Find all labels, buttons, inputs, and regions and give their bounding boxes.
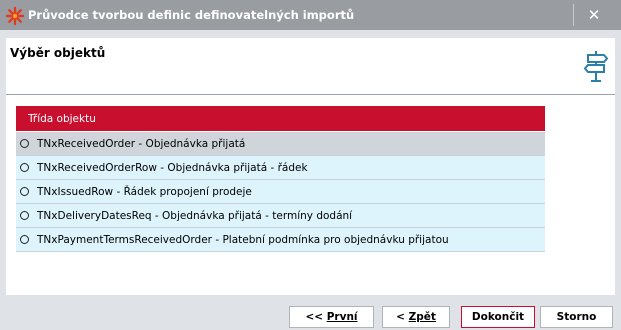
list-item[interactable]: TNxPaymentTermsReceivedOrder - Platební … — [16, 228, 545, 252]
back-button-label: Zpět — [408, 311, 436, 323]
list-item[interactable]: TNxIssuedRow - Řádek propojení prodeje — [16, 180, 545, 204]
radio-button[interactable] — [20, 187, 29, 196]
app-asterisk-icon — [5, 6, 25, 26]
cancel-button-label: Storno — [556, 311, 597, 323]
list-item[interactable]: TNxDeliveryDatesReq - Objednávka přijatá… — [16, 204, 545, 228]
list-item-label: TNxReceivedOrderRow - Objednávka přijatá… — [37, 161, 308, 174]
list-item-label: TNxDeliveryDatesReq - Objednávka přijatá… — [37, 209, 353, 222]
first-button-prefix: << — [305, 311, 327, 323]
cancel-button[interactable]: Storno — [540, 306, 613, 328]
wizard-window: Průvodce tvorbou definic definovatelných… — [0, 0, 621, 330]
list-item[interactable]: TNxReceivedOrderRow - Objednávka přijatá… — [16, 156, 545, 180]
list-item-label: TNxReceivedOrder - Objednávka přijatá — [37, 137, 246, 150]
window-title: Průvodce tvorbou definic definovatelných… — [28, 8, 355, 22]
list-item-label: TNxPaymentTermsReceivedOrder - Platební … — [37, 233, 449, 246]
back-button-prefix: < — [396, 311, 409, 323]
page-title: Výběr objektů — [10, 46, 106, 60]
radio-button[interactable] — [20, 139, 29, 148]
title-bar: Průvodce tvorbou definic definovatelných… — [0, 0, 621, 30]
list-item[interactable]: TNxReceivedOrder - Objednávka přijatá — [16, 132, 545, 156]
first-button[interactable]: << První — [289, 306, 374, 328]
list-item-label: TNxIssuedRow - Řádek propojení prodeje — [37, 185, 252, 198]
radio-button[interactable] — [20, 211, 29, 220]
finish-button-label: Dokončit — [471, 311, 525, 323]
back-button[interactable]: < Zpět — [382, 306, 450, 328]
signpost-icon — [583, 51, 609, 82]
radio-button[interactable] — [20, 163, 29, 172]
column-header-object-class: Třída objektu — [16, 106, 545, 131]
page-header: Výběr objektů — [6, 38, 615, 94]
object-list: TNxReceivedOrder - Objednávka přijatá TN… — [16, 132, 545, 252]
finish-button[interactable]: Dokončit — [461, 306, 535, 328]
radio-button[interactable] — [20, 235, 29, 244]
close-button[interactable]: ✕ — [573, 4, 614, 26]
content-panel: Třída objektu TNxReceivedOrder - Objedná… — [6, 95, 615, 295]
close-icon: ✕ — [587, 6, 601, 24]
first-button-label: První — [326, 311, 358, 323]
